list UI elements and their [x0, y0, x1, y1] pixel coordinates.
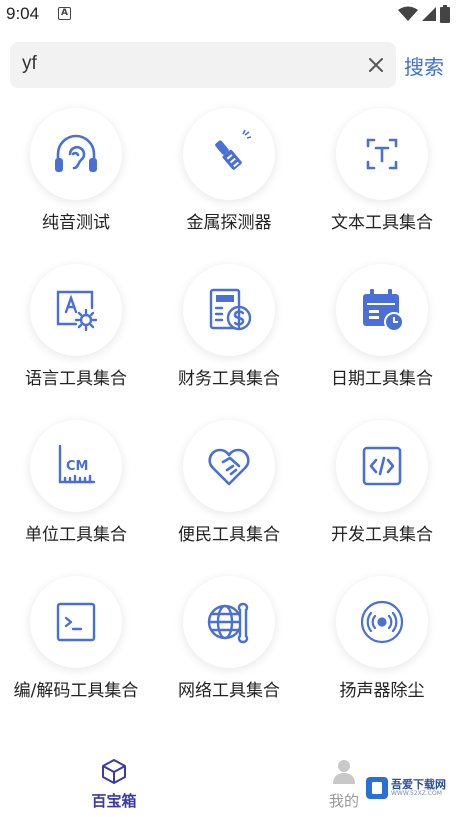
nav-item-toolbox[interactable]: 百宝箱: [54, 756, 174, 811]
wifi-icon: [398, 6, 418, 21]
search-row: yf 搜索: [10, 42, 450, 88]
clear-button[interactable]: [364, 53, 388, 77]
calendar-clock-icon: [363, 289, 404, 332]
tool-item[interactable]: 便民工具集合: [153, 416, 305, 566]
tool-label: 网络工具集合: [178, 681, 280, 701]
tool-icon-container: [336, 420, 428, 512]
tool-icon-container: [30, 576, 122, 668]
globe-wrench-icon: [207, 602, 249, 644]
tool-label: 开发工具集合: [331, 525, 433, 545]
headphones-ear-icon: [55, 134, 97, 172]
finance-calculator-icon: [209, 288, 252, 331]
nav-label: 百宝箱: [91, 792, 137, 810]
tool-label: 日期工具集合: [331, 369, 433, 389]
tool-item[interactable]: CM 单位工具集合: [0, 416, 152, 566]
tool-item[interactable]: 日期工具集合: [306, 260, 458, 410]
tool-label: 扬声器除尘: [339, 681, 425, 701]
watermark-logo: 吾爱下载网 WWW.52XZ.COM: [366, 774, 454, 802]
tool-item[interactable]: 纯音测试: [0, 104, 152, 254]
svg-text:CM: CM: [66, 459, 88, 474]
tool-icon-container: [336, 576, 428, 668]
terminal-icon: [56, 602, 96, 642]
tool-icon-container: [30, 108, 122, 200]
tool-item[interactable]: 文本工具集合: [306, 104, 458, 254]
heart-handshake-icon: [208, 448, 250, 486]
tool-label: 金属探测器: [186, 213, 272, 233]
user-icon: [333, 760, 355, 784]
tool-icon-container: [183, 108, 275, 200]
code-icon: [362, 446, 402, 486]
tool-label: 纯音测试: [42, 213, 110, 233]
tool-label: 财务工具集合: [178, 369, 280, 389]
tool-icon-container: [183, 420, 275, 512]
box-icon: [102, 759, 126, 784]
notification-a-icon: A: [58, 7, 71, 20]
text-scan-icon: [366, 138, 398, 170]
watermark-subtitle: WWW.52XZ.COM: [391, 790, 442, 797]
tool-item[interactable]: 语言工具集合: [0, 260, 152, 410]
tool-label: 语言工具集合: [25, 369, 127, 389]
close-icon: [369, 58, 383, 72]
tool-icon-container: CM: [30, 420, 122, 512]
tool-item[interactable]: 网络工具集合: [153, 572, 305, 722]
language-settings-icon: [56, 290, 98, 332]
search-input[interactable]: yf: [10, 42, 396, 88]
status-time: 9:04: [6, 4, 40, 23]
tool-item[interactable]: 金属探测器: [153, 104, 305, 254]
battery-icon: [440, 5, 450, 23]
search-input-value[interactable]: yf: [22, 53, 37, 75]
tool-item[interactable]: 开发工具集合: [306, 416, 458, 566]
tool-item[interactable]: 编/解码工具集合: [0, 572, 152, 722]
metal-detector-icon: [215, 129, 252, 170]
tool-icon-container: [336, 264, 428, 356]
tool-icon-container: [336, 108, 428, 200]
status-icons: [398, 5, 450, 23]
tool-item[interactable]: 财务工具集合: [153, 260, 305, 410]
tool-label: 单位工具集合: [25, 525, 127, 545]
tool-icon-container: [30, 264, 122, 356]
watermark-logo-icon: [366, 777, 388, 799]
tool-icon-container: [183, 264, 275, 356]
status-bar: 9:04 A: [0, 0, 458, 30]
tool-item[interactable]: 扬声器除尘: [306, 572, 458, 722]
unit-ruler-icon: CM: [58, 444, 96, 484]
search-button[interactable]: 搜索: [404, 51, 444, 80]
tool-label: 文本工具集合: [331, 213, 433, 233]
tool-icon-container: [183, 576, 275, 668]
tool-label: 便民工具集合: [178, 525, 280, 545]
signal-icon: [422, 7, 436, 21]
speaker-wave-icon: [360, 600, 404, 644]
watermark-title: 吾爱下载网: [391, 778, 446, 791]
tool-label: 编/解码工具集合: [13, 681, 139, 701]
